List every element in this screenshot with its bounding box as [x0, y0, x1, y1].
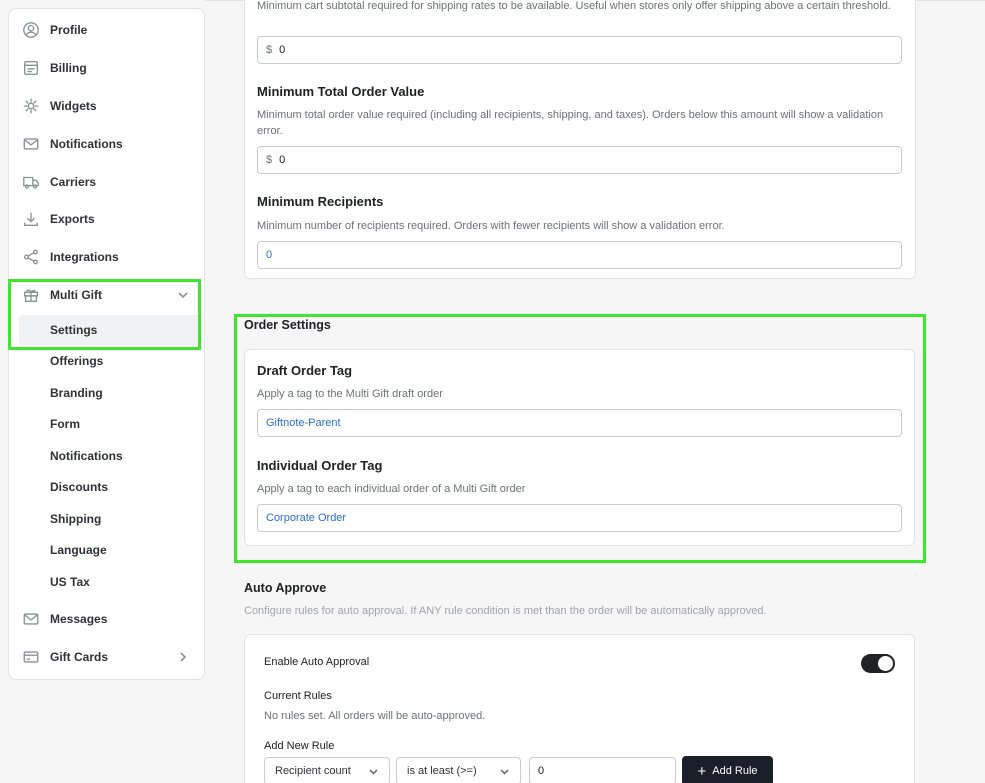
rule-operator-select[interactable]: is at least (>=) [396, 757, 521, 783]
min-recipients-help-text: Minimum number of recipients required. O… [257, 220, 725, 232]
plus-icon: + [697, 762, 707, 780]
sidebar-item-messages[interactable]: Messages [9, 604, 204, 634]
rule-field-select[interactable]: Recipient count [264, 757, 390, 783]
highlight-order-settings [234, 314, 926, 563]
min-recipients-input[interactable]: 0 [257, 241, 902, 269]
sidebar-item-widgets[interactable]: Widgets [9, 91, 204, 121]
auto-approve-title: Auto Approve [244, 581, 327, 595]
no-rules-text: No rules set. All orders will be auto-ap… [264, 710, 486, 722]
current-rules-label: Current Rules [264, 690, 332, 702]
sidebar-item-billing[interactable]: Billing [9, 53, 204, 83]
sidebar-item-exports[interactable]: Exports [9, 204, 204, 234]
highlight-multi-gift-settings [8, 279, 201, 350]
sidebar-subitem-language[interactable]: Language [19, 535, 202, 565]
sidebar-subitem-discounts[interactable]: Discounts [19, 472, 202, 502]
sidebar-item-profile[interactable]: Profile [9, 15, 204, 45]
sidebar-subitem-us-tax[interactable]: US Tax [19, 567, 202, 597]
min-total-help-text: Minimum total order value required (incl… [257, 109, 884, 137]
rule-value-input[interactable]: 0 [529, 757, 676, 783]
subtotal-help-text: Minimum cart subtotal required for shipp… [257, 0, 891, 12]
mail-icon [22, 610, 40, 628]
widgets-icon [22, 97, 40, 115]
currency-prefix: $ [266, 154, 273, 166]
sidebar-item-notifications[interactable]: Notifications [9, 129, 204, 159]
sidebar-subitem-form[interactable]: Form [19, 409, 202, 439]
sidebar-subitem-notifications[interactable]: Notifications [19, 441, 202, 471]
sidebar-item-integrations[interactable]: Integrations [9, 242, 204, 272]
min-recipients-title: Minimum Recipients [257, 194, 384, 209]
sidebar-subitem-offerings[interactable]: Offerings [19, 346, 202, 376]
chevron-down-icon [499, 766, 510, 777]
sidebar-item-gift-cards[interactable]: Gift Cards [9, 642, 204, 672]
mail-icon [22, 135, 40, 153]
chevron-right-icon [176, 650, 190, 664]
min-total-input[interactable]: $ 0 [257, 146, 902, 174]
auto-approval-toggle[interactable] [861, 654, 895, 673]
sidebar-subitem-branding[interactable]: Branding [19, 378, 202, 408]
download-icon [22, 210, 40, 228]
billing-icon [22, 59, 40, 77]
chevron-down-icon [368, 766, 379, 777]
toggle-knob [878, 656, 893, 671]
add-new-rule-label: Add New Rule [264, 740, 335, 752]
sidebar-subitem-shipping[interactable]: Shipping [19, 504, 202, 534]
enable-auto-approval-label: Enable Auto Approval [264, 656, 370, 668]
currency-prefix: $ [266, 44, 273, 56]
credit-card-icon [22, 648, 40, 666]
min-subtotal-input[interactable]: $ 0 [257, 36, 902, 64]
profile-icon [22, 21, 40, 39]
sidebar-item-carriers[interactable]: Carriers [9, 167, 204, 197]
share-icon [22, 248, 40, 266]
auto-approve-help: Configure rules for auto approval. If AN… [244, 605, 767, 617]
add-rule-button[interactable]: + Add Rule [682, 756, 773, 783]
truck-icon [22, 173, 40, 191]
min-total-title: Minimum Total Order Value [257, 84, 425, 99]
